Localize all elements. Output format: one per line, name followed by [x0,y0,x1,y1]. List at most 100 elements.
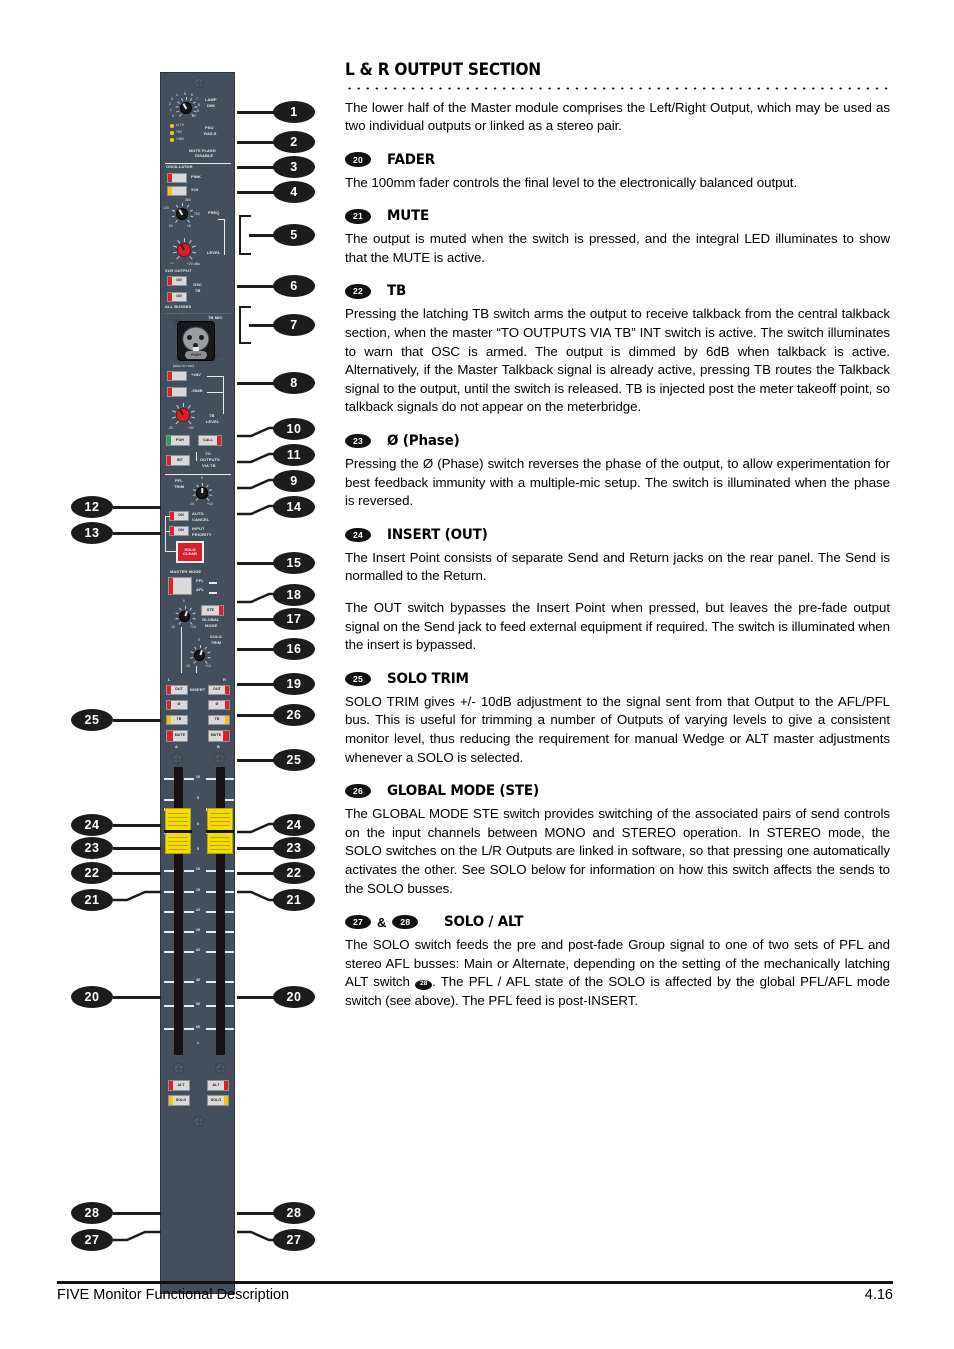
grip [210,841,230,842]
callout-24-left: 24 [71,814,113,836]
alt-switch-b[interactable]: ALT [207,1080,229,1091]
leader-line [237,562,277,565]
callout-16: 16 [273,638,315,660]
xlr-push-label: PUSH [185,351,207,359]
foh-talkback-switch[interactable]: FOH [166,435,190,446]
item-heading-global-mode: 26 GLOBAL MODE (STE) [345,783,890,799]
scale-tick [206,778,216,780]
switch-label: ALT [212,1082,220,1087]
tb-level-knob[interactable] [171,403,196,427]
scale-tick [164,951,174,953]
led-indicator [225,686,229,694]
global-mode-ste-switch[interactable]: STE [201,605,224,616]
scale-tick [164,891,174,893]
fader-cap-a[interactable] [164,808,192,854]
tb-mic-xlr-connector[interactable]: PUSH [177,321,215,361]
leader-line [237,111,277,114]
switch-label: CALL [203,437,213,442]
pad-30db-switch[interactable] [167,387,187,397]
ampersand: & [377,914,387,930]
scale-number-inf: ∞ [196,1041,200,1045]
solo-trim-label-line1: SOLO [210,634,222,639]
input-priority-switch[interactable]: ON [169,526,189,536]
auto-cancel-label-line2: CANCEL [192,516,210,522]
tb-group-line-b [207,392,224,393]
xlr-output-label: XLR OUTPUT [165,268,192,273]
led-indicator [217,436,221,445]
solo-switch-a[interactable]: SOLO [168,1095,190,1106]
inline-number-badge: 28 [415,979,433,990]
item-heading-tb: 22 TB [345,283,890,299]
osc-level-knob[interactable] [172,238,197,262]
scale-tick [206,931,216,933]
scale-tick [225,951,234,953]
insert-out-switch-a[interactable]: OUT [166,685,188,695]
console-diagram: 0 1 2 3 4 5 6 7 8 9 10 LAMP DIM ±17V +5V… [55,60,330,1294]
scale-tick [164,799,174,801]
tb-to-busses-switch[interactable]: ON [167,292,187,302]
item-paragraph: SOLO TRIM gives +/- 10dB adjustment to t… [345,693,890,765]
lamp-dim-label-line2: DIM [207,103,215,108]
switch-label: SOLO [210,1097,222,1102]
item-number-badge: 24 [345,527,371,543]
item-heading-phase: 23 Ø (Phase) [345,433,890,449]
auto-cancel-switch[interactable]: ON [169,511,189,521]
osc-freq-knob[interactable] [171,203,194,225]
callout-13: 13 [71,522,113,544]
scale-number-40: 40 [196,978,200,982]
scale-number-10: 10 [196,775,200,779]
knob-pointer [201,488,203,494]
solo-trim-a-knob[interactable] [174,606,196,627]
insert-out-switch-b[interactable]: OUT [208,685,230,695]
solo-trim-b-knob[interactable] [189,645,211,666]
tb-switch-a[interactable]: TB [166,715,188,725]
master-mode-switch[interactable] [168,577,192,595]
solo-clear-switch[interactable]: SOLO CLEAR [176,541,204,563]
xlr-pin-1 [187,335,192,340]
leader-line-21-left [113,890,161,902]
leader-line [237,618,277,621]
call-switch[interactable]: CALL [198,435,222,446]
osc-pink-switch[interactable] [167,173,187,183]
screw-icon [172,753,183,764]
switch-label: MUTE [210,733,222,738]
grip [210,817,230,818]
leader-line [237,714,277,717]
all-busses-label: ALL BUSSES [165,304,192,309]
solo-switch-b[interactable]: SOLO [207,1095,229,1106]
callout-11: 11 [273,444,315,466]
grip [210,825,230,826]
to-outputs-label-line3: VIA TB [202,463,216,468]
osc-to-xlr-switch[interactable]: ON [167,276,187,286]
manual-page: 0 1 2 3 4 5 6 7 8 9 10 LAMP DIM ±17V +5V… [0,0,954,1349]
osc-x10-switch[interactable] [167,186,187,196]
leader-line [237,1212,277,1215]
mute-switch-b[interactable]: MUTE [208,730,230,742]
phase-switch-a[interactable]: Ø [166,700,188,710]
solo-clear-link-a [165,516,170,517]
item-label: TB [387,283,407,300]
freq-label: FREQ [208,210,220,215]
callout-23-left: 23 [71,837,113,859]
pfl-trim-knob[interactable] [192,483,213,503]
psu-rails-label-line2: RAILS [204,131,217,136]
phantom-48v-switch[interactable] [167,371,187,381]
mute-switch-a[interactable]: MUTE [166,730,188,742]
item-number-badge: 23 [345,433,371,449]
global-mode-label-line2: MODE [205,623,218,628]
tb-switch-b[interactable]: TB [208,715,230,725]
pfl-trim-label-line1: PFL [175,478,183,483]
psu-led-5v [170,131,174,135]
fader-cap-b[interactable] [206,808,234,854]
input-priority-label-line1: INPUT [192,526,205,531]
callout-20-right: 20 [273,986,315,1008]
alt-switch-a[interactable]: ALT [168,1080,190,1091]
solo-clear-link-c [165,551,177,552]
psu-led-17v [170,124,174,128]
phase-switch-b[interactable]: Ø [208,700,230,710]
switch-label: SOLO [175,1097,187,1102]
int-talkback-switch[interactable]: INT [166,455,190,466]
osc-link-line [224,219,225,255]
int-link-line [196,452,197,461]
switch-label: ALT [177,1082,185,1087]
